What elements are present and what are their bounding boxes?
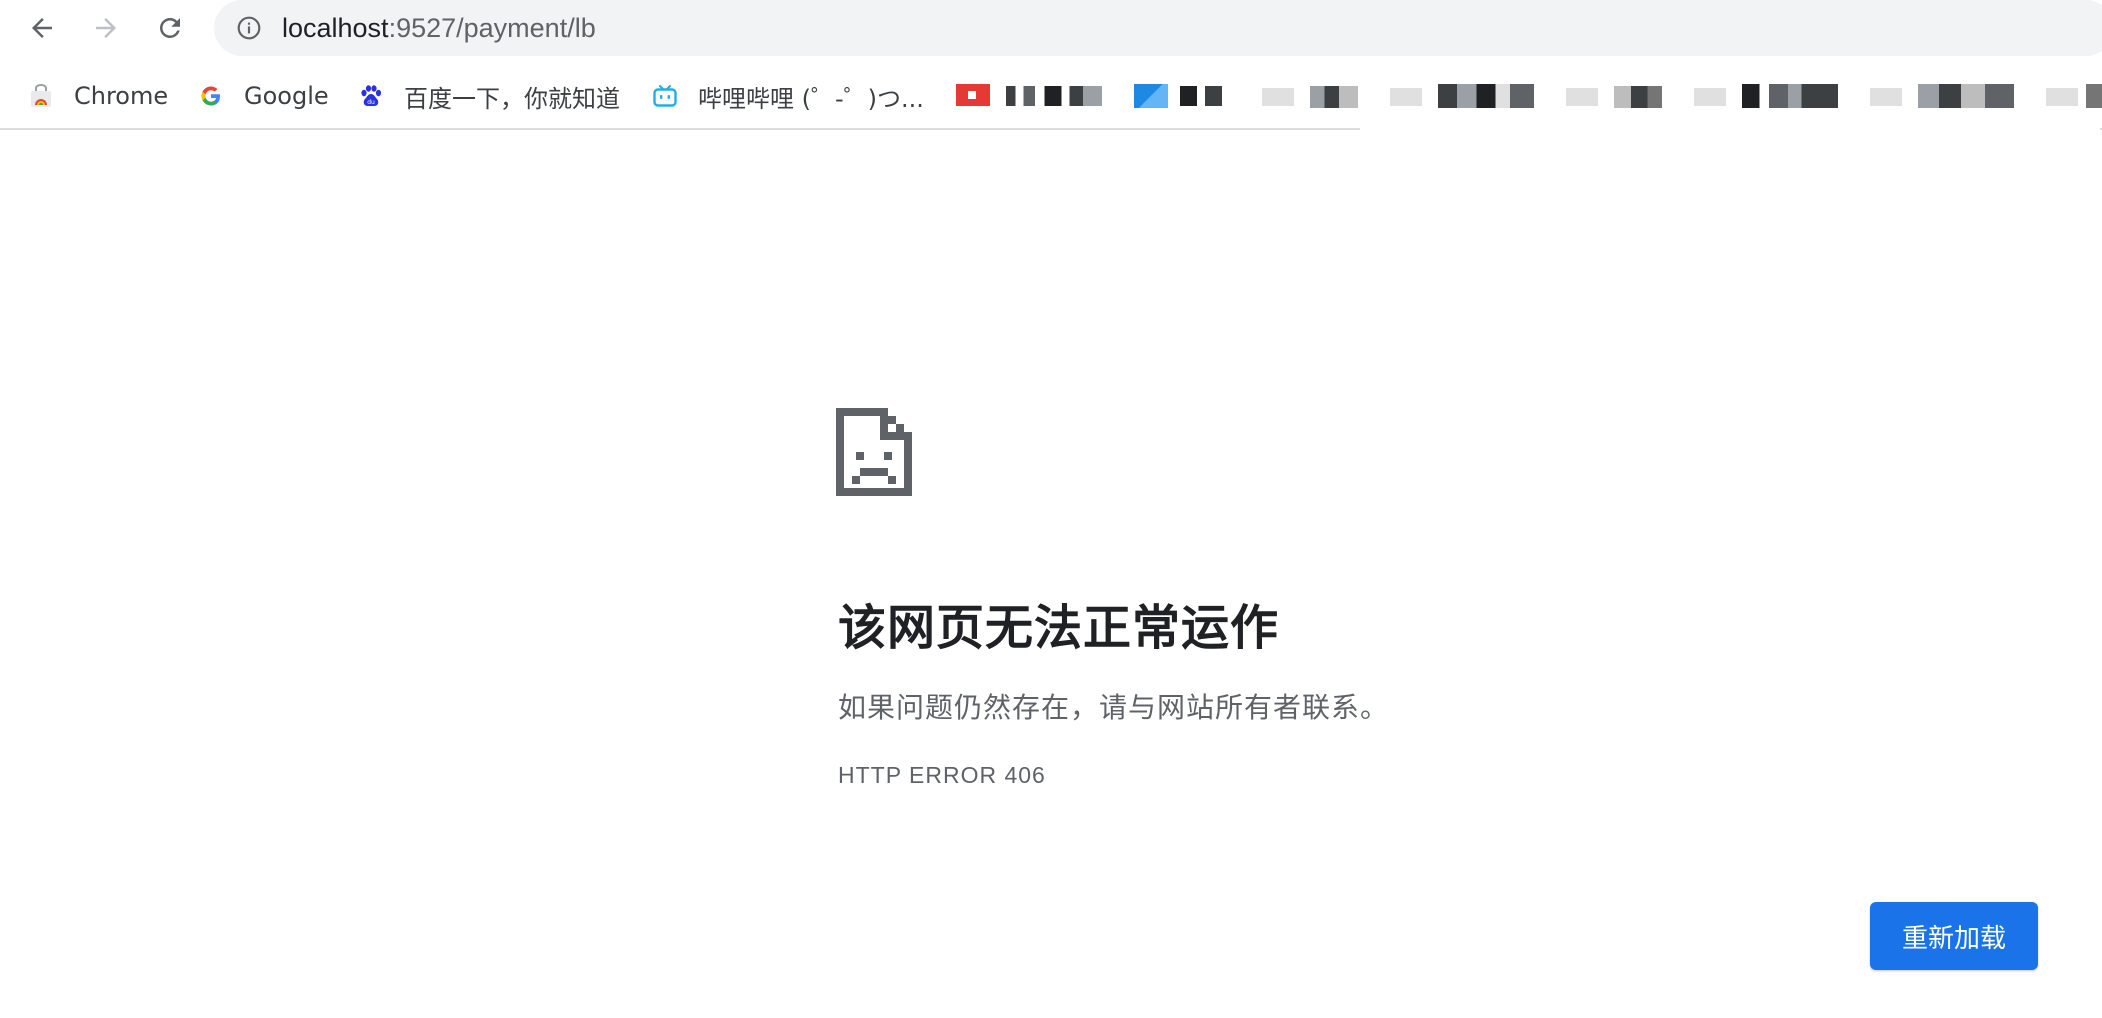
redacted-bookmark[interactable] — [1310, 86, 1358, 108]
bookmark-label: Google — [244, 82, 329, 110]
error-title: 该网页无法正常运作 — [838, 600, 1280, 656]
redacted-bookmark[interactable] — [1006, 86, 1102, 106]
bookmark-baidu[interactable]: du 百度一下，你就知道 — [358, 78, 620, 114]
bookmark-label: 百度一下，你就知道 — [404, 84, 620, 113]
bookmark-chrome[interactable]: Chrome — [28, 78, 168, 114]
forward-button[interactable] — [86, 8, 126, 48]
site-info-icon[interactable] — [236, 15, 262, 41]
redacted-icon — [1870, 88, 1902, 106]
redacted-icon — [1566, 88, 1598, 106]
svg-text:du: du — [367, 99, 375, 106]
bilibili-icon — [653, 85, 677, 107]
redacted-bookmark[interactable] — [1180, 86, 1222, 106]
baidu-icon: du — [361, 85, 382, 106]
google-icon — [201, 86, 220, 106]
bookmark-bilibili[interactable]: 哔哩哔哩 (゜-゜)つ... — [652, 78, 924, 114]
forward-arrow-icon — [96, 18, 116, 38]
refresh-icon — [160, 17, 180, 38]
redacted-bookmark[interactable] — [1438, 84, 1534, 108]
redacted-icon — [2046, 88, 2078, 106]
url-text[interactable]: localhost:9527/payment/lb — [282, 12, 596, 44]
error-code: HTTP ERROR 406 — [838, 762, 1046, 788]
bookmark-label: Chrome — [74, 82, 169, 110]
divider-gap — [1360, 120, 2100, 132]
bookmark-google[interactable]: Google — [198, 78, 329, 114]
redacted-block — [968, 91, 976, 99]
url-path: :9527/payment/lb — [388, 13, 596, 43]
back-arrow-icon — [32, 18, 52, 38]
redacted-bookmark[interactable] — [2086, 84, 2102, 108]
bookmark-label: 哔哩哔哩 (゜-゜)つ... — [698, 84, 924, 113]
redacted-icon — [1390, 88, 1422, 106]
back-button[interactable] — [22, 8, 62, 48]
redacted-icon — [1694, 88, 1726, 106]
reload-page-button[interactable] — [150, 8, 190, 48]
redacted-icon — [1134, 84, 1168, 108]
redacted-bookmark[interactable] — [1742, 84, 1838, 108]
bookmarks-bar: Chrome Google du 百度一下，你就知道 哔哩哔哩 (゜-゜)つ..… — [0, 72, 2102, 120]
browser-toolbar: localhost:9527/payment/lb — [0, 0, 2102, 56]
redacted-bookmark[interactable] — [1614, 86, 1662, 108]
address-bar[interactable]: localhost:9527/payment/lb — [214, 0, 2102, 56]
reload-button[interactable]: 重新加载 — [1870, 902, 2038, 970]
redacted-bookmark[interactable] — [1918, 84, 2014, 108]
sad-document-icon — [836, 408, 912, 496]
url-host: localhost — [282, 13, 389, 43]
chrome-web-store-icon — [31, 84, 51, 107]
error-message: 如果问题仍然存在，请与网站所有者联系。 — [838, 691, 1390, 724]
redacted-icon — [1262, 88, 1294, 106]
